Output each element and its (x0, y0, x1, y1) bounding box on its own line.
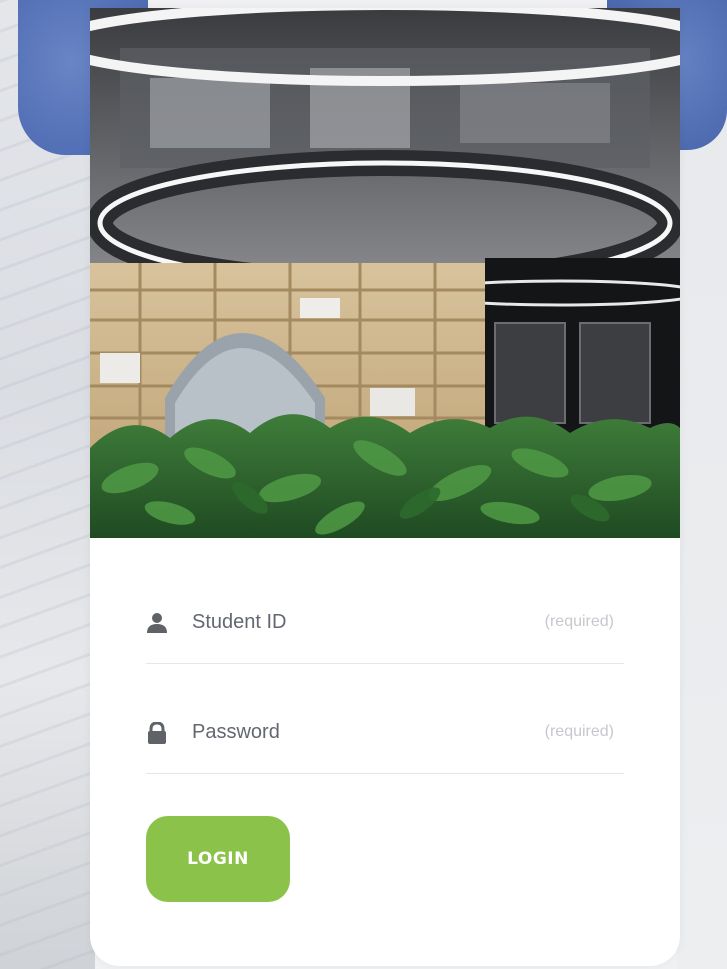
user-icon (146, 612, 168, 634)
student-id-label: Student ID (192, 611, 287, 633)
login-card: Student ID (required) Password (required… (90, 8, 680, 966)
password-required-hint: (required) (544, 723, 614, 740)
student-id-field[interactable]: Student ID (required) (146, 578, 624, 664)
password-field[interactable]: Password (required) (146, 688, 624, 774)
lock-icon (146, 721, 168, 744)
password-label: Password (192, 721, 280, 743)
library-photo (90, 8, 680, 538)
login-form: Student ID (required) Password (required… (146, 578, 624, 798)
student-id-required-hint: (required) (544, 613, 614, 630)
login-button[interactable]: LOGIN (146, 816, 290, 902)
